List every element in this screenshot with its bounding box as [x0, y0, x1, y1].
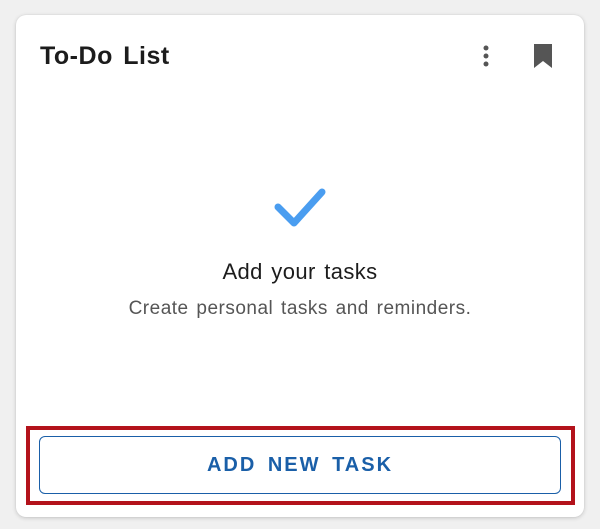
empty-state-title: Add your tasks — [222, 259, 378, 284]
card-title: To-Do List — [40, 42, 170, 70]
empty-state-subtitle: Create personal tasks and reminders. — [128, 298, 472, 319]
empty-state: Add your tasks Create personal tasks and… — [16, 185, 584, 320]
more-vertical-icon[interactable] — [473, 41, 499, 71]
todo-card: To-Do List Add your tasks Create persona… — [16, 15, 584, 517]
card-header: To-Do List — [16, 15, 584, 99]
bookmark-icon[interactable] — [528, 41, 558, 71]
check-icon — [274, 188, 326, 227]
add-new-task-button[interactable]: ADD NEW TASK — [39, 436, 561, 494]
